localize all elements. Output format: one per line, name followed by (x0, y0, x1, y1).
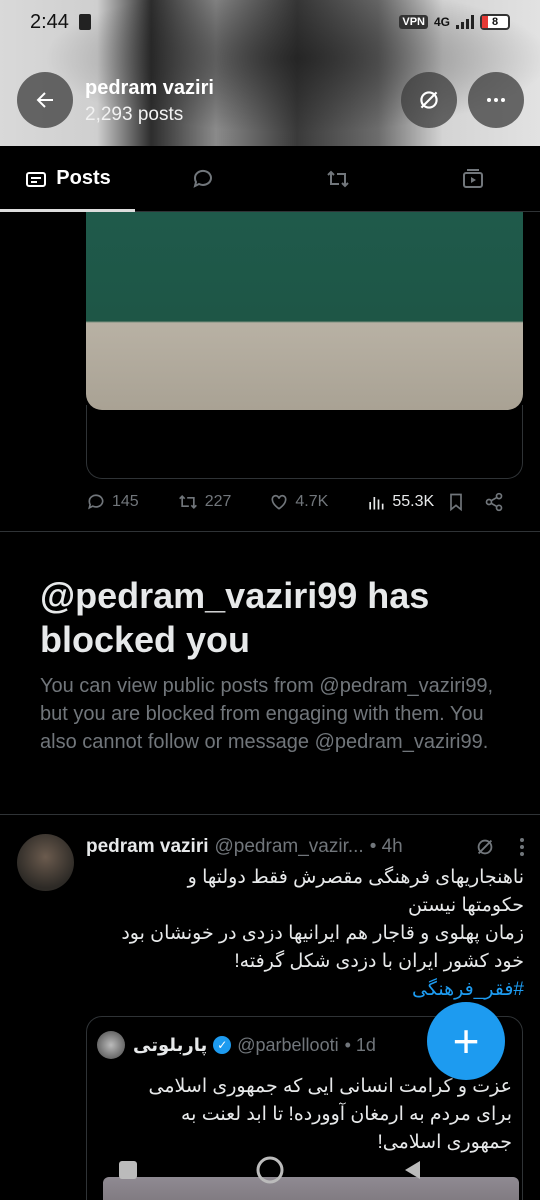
tweet-line: زمان پهلوی و قاجار هم ایرانیها دزدی در خ… (121, 923, 524, 944)
embedded-card[interactable] (86, 405, 523, 479)
divider (0, 531, 540, 532)
verified-icon: ✓ (213, 1036, 232, 1054)
tweet-line: حکومتها نیستن (408, 895, 524, 916)
status-bar: 2:44 VPN 4G 8 (0, 0, 540, 44)
tab-label-posts: Posts (56, 167, 111, 189)
reply-action[interactable]: 145 (86, 492, 139, 512)
quoted-author-handle: @parbellooti (237, 1034, 339, 1055)
quoted-line: برای مردم به ارمغان آوورده! تا ابد لعنت … (181, 1104, 512, 1125)
repost-icon (178, 494, 197, 510)
quoted-time: • 1d (344, 1034, 376, 1055)
quoted-author-name: پاربلوتی (133, 1034, 208, 1055)
share-action[interactable] (484, 492, 504, 512)
post-actions: 145 227 4.7K 55.3K (86, 492, 526, 512)
signal-icon (456, 15, 474, 29)
arrow-left-icon (36, 92, 53, 108)
home-icon[interactable] (255, 1155, 285, 1185)
compose-button[interactable]: + (427, 1002, 505, 1080)
tweet-text: ناهنجاریهای فرهنگی مقصرش فقط دولتها و حک… (86, 864, 524, 1004)
media-icon (462, 168, 483, 188)
hashtag-link[interactable]: #فقر_فرهنگی (86, 976, 524, 1004)
posts-icon (26, 171, 47, 187)
tab-posts[interactable]: Posts (0, 146, 135, 212)
tweet-author-name[interactable]: pedram vaziri (86, 836, 209, 858)
post-image[interactable] (86, 212, 523, 410)
bookmark-action[interactable] (446, 492, 466, 512)
more-vertical-icon[interactable] (518, 837, 526, 857)
avatar[interactable] (17, 834, 74, 891)
divider (0, 814, 540, 815)
battery-icon: 8 (480, 14, 510, 30)
tab-media[interactable] (405, 146, 540, 211)
post-count: 2,293 posts (85, 104, 184, 125)
tweet-line: خود کشور ایران با دزدی شکل گرفته! (234, 951, 524, 972)
like-action[interactable]: 4.7K (269, 492, 328, 512)
muted-icon (477, 839, 493, 855)
reply-icon (88, 494, 104, 510)
recents-icon[interactable] (117, 1159, 139, 1181)
profile-tabs: Posts (0, 146, 540, 212)
tweet-line: ناهنجاریهای فرهنگی مقصرش فقط دولتها و (187, 867, 524, 888)
tab-reposts[interactable] (270, 146, 405, 211)
back-button[interactable] (17, 72, 73, 128)
views-action[interactable]: 55.3K (366, 492, 434, 512)
reply-icon (193, 169, 212, 188)
heart-icon (271, 494, 287, 510)
quoted-line: عزت و کرامت انسانی ایی که جمهوری اسلامی (148, 1076, 512, 1097)
reply-count: 145 (112, 493, 139, 510)
status-time: 2:44 (30, 10, 69, 33)
notification-icon (78, 14, 91, 30)
tweet-header: pedram vaziri @pedram_vazir... • 4h (86, 836, 526, 858)
system-navbar (0, 1140, 540, 1200)
profile-header: pedram vaziri 2,293 posts (85, 77, 214, 126)
profile-name: pedram vaziri (85, 77, 214, 99)
vpn-badge: VPN (399, 15, 428, 29)
tweet-time: • 4h (369, 836, 403, 857)
blocked-notice: @pedram_vaziri99 has blocked you You can… (40, 574, 510, 756)
more-horizontal-icon (487, 98, 505, 102)
tweet-author-handle[interactable]: @pedram_vazir... (215, 836, 364, 858)
like-count: 4.7K (295, 493, 329, 510)
muted-button[interactable] (401, 72, 457, 128)
bookmark-icon (450, 493, 462, 512)
bar-chart-icon (369, 497, 384, 510)
blocked-title: @pedram_vaziri99 has blocked you (40, 575, 430, 660)
blocked-message: You can view public posts from @pedram_v… (40, 675, 494, 753)
repost-icon (326, 170, 349, 187)
tab-replies[interactable] (135, 146, 270, 211)
more-options-button[interactable] (468, 72, 524, 128)
share-icon (485, 492, 503, 512)
network-label: 4G (433, 15, 450, 29)
repost-count: 227 (204, 493, 232, 510)
repost-action[interactable]: 227 (177, 492, 232, 512)
no-notifications-icon (420, 91, 438, 109)
back-nav-icon[interactable] (402, 1159, 424, 1181)
quoted-avatar (97, 1031, 125, 1059)
view-count: 55.3K (392, 493, 435, 510)
